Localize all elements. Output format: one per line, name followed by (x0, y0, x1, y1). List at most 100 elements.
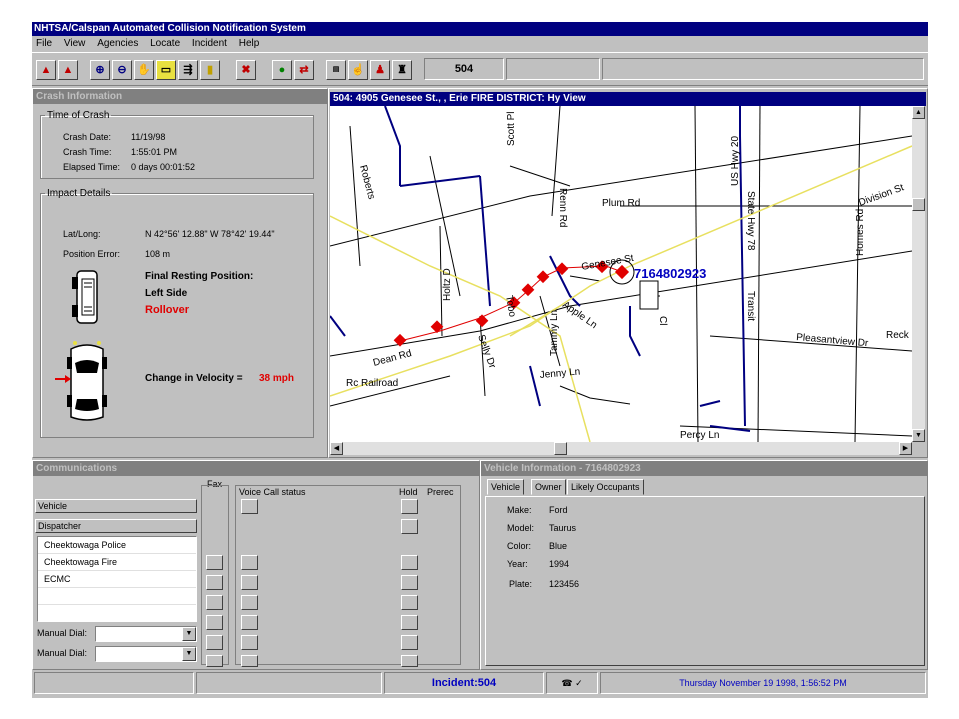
manual-dial-input-1[interactable]: ▼ (95, 626, 197, 642)
window-title: NHTSA/Calspan Automated Collision Notifi… (32, 22, 928, 36)
route-icon[interactable]: ⇄ (294, 60, 314, 80)
menu-agencies[interactable]: Agencies (97, 38, 138, 49)
hold-button[interactable] (401, 519, 418, 534)
menu-file[interactable]: File (36, 38, 52, 49)
agency-icon[interactable]: ♜ (392, 60, 412, 80)
manual-dial-label: Manual Dial: (37, 628, 88, 638)
scroll-up-icon[interactable]: ▲ (912, 106, 925, 119)
pan-hand-icon[interactable]: ✋ (134, 60, 154, 80)
vehicle-info-header: Vehicle Information - 7164802923 (481, 461, 927, 476)
label-icon[interactable]: ▮ (200, 60, 220, 80)
hold-button[interactable] (401, 615, 418, 630)
voice-call-button[interactable] (241, 655, 258, 667)
clear-icon[interactable]: ✖ (236, 60, 256, 80)
ruler-icon[interactable]: ▭ (156, 60, 176, 80)
latlong-label: Lat/Long: (63, 229, 101, 239)
vscroll-thumb[interactable] (912, 198, 925, 211)
fax-button[interactable] (206, 575, 223, 590)
zoom-out-icon[interactable]: ⊖ (112, 60, 132, 80)
layer-icon[interactable]: ⇶ (178, 60, 198, 80)
hold-button[interactable] (401, 635, 418, 650)
scroll-left-icon[interactable]: ◀ (330, 442, 343, 455)
voice-call-button[interactable] (241, 635, 258, 650)
dispatcher-line[interactable]: Dispatcher (35, 519, 197, 533)
vehicle-tabs: Vehicle Owner Likely Occupants (485, 479, 925, 497)
map-phone-label: 7164802923 (634, 266, 706, 281)
select-area-icon[interactable]: ▲ (58, 60, 78, 80)
map-vscroll[interactable]: ▲ ▼ (912, 106, 925, 442)
dropdown-arrow-icon[interactable]: ▼ (182, 627, 196, 641)
vehicle-info-panel: Vehicle Information - 7164802923 Vehicle… (480, 460, 928, 670)
velocity-label: Change in Velocity = (145, 373, 243, 384)
voice-call-button[interactable] (241, 575, 258, 590)
person-icon[interactable]: ♟ (370, 60, 390, 80)
model-value: Taurus (549, 523, 577, 533)
menu-view[interactable]: View (64, 38, 86, 49)
street-label: Tammy Ln (549, 310, 560, 356)
tab-vehicle[interactable]: Vehicle (487, 479, 525, 495)
hold-button[interactable] (401, 575, 418, 590)
menu-incident[interactable]: Incident (192, 38, 227, 49)
make-value: Ford (549, 505, 568, 515)
globe-icon[interactable]: ● (272, 60, 292, 80)
voice-call-button[interactable] (241, 615, 258, 630)
scroll-right-icon[interactable]: ▶ (899, 442, 912, 455)
incident-number-field[interactable]: 504 (424, 58, 504, 80)
street-label: State Hwy 78 (745, 191, 756, 251)
menu-locate[interactable]: Locate (150, 38, 180, 49)
menu-help[interactable]: Help (239, 38, 260, 49)
list-item[interactable] (38, 588, 196, 605)
time-legend: Time of Crash (47, 110, 110, 121)
fax-button[interactable] (206, 595, 223, 610)
scroll-down-icon[interactable]: ▼ (912, 429, 925, 442)
map-canvas[interactable]: 7164802923 Scott Pl US Hwy 20 Plum Rd Di… (330, 106, 912, 442)
incident-status: Incident:504 (384, 672, 544, 694)
voice-call-button[interactable] (241, 499, 258, 514)
fax-button[interactable] (206, 615, 223, 630)
vehicle-line[interactable]: Vehicle (35, 499, 197, 513)
rollover-label: Rollover (145, 304, 190, 316)
dropdown-arrow-icon[interactable]: ▼ (182, 647, 196, 661)
manual-dial-input-2[interactable]: ▼ (95, 646, 197, 662)
tab-likely-occupants[interactable]: Likely Occupants (567, 479, 644, 495)
hold-button[interactable] (401, 655, 418, 667)
list-item[interactable]: Cheektowaga Fire (38, 554, 196, 571)
manual-dial-label: Manual Dial: (37, 648, 88, 658)
fax-button[interactable] (206, 655, 223, 667)
voice-call-button[interactable] (241, 555, 258, 570)
list-item[interactable]: ECMC (38, 571, 196, 588)
street-label: Plum Rd (602, 198, 640, 209)
list-item[interactable]: Cheektowaga Police (38, 537, 196, 554)
elapsed-time-label: Elapsed Time: (63, 162, 121, 172)
fax-button[interactable] (206, 635, 223, 650)
crash-time-value: 1:55:01 PM (131, 147, 178, 157)
street-label: Holtz D (442, 268, 453, 301)
agency-list[interactable]: Cheektowaga Police Cheektowaga Fire ECMC (37, 536, 197, 622)
status-field (506, 58, 600, 80)
hold-button[interactable] (401, 499, 418, 514)
car-top-icon (55, 341, 107, 421)
color-value: Blue (549, 541, 568, 551)
toolbar: ▲ ▲ ⊕ ⊖ ✋ ▭ ⇶ ▮ ✖ ● ⇄ ▤ ☝ ♟ ♜ 504 (32, 52, 928, 86)
tab-owner[interactable]: Owner (531, 479, 566, 495)
hold-button[interactable] (401, 595, 418, 610)
map-header: 504: 4905 Genesee St., , Erie FIRE DISTR… (330, 92, 926, 106)
voice-call-button[interactable] (241, 595, 258, 610)
crash-date-label: Crash Date: (63, 132, 112, 142)
map-overview-icon[interactable]: ▤ (326, 60, 346, 80)
hold-button[interactable] (401, 555, 418, 570)
position-error-value: 108 m (145, 249, 171, 259)
fax-button[interactable] (206, 555, 223, 570)
year-label: Year: (507, 559, 528, 569)
menu-bar: File View Agencies Locate Incident Help (32, 36, 928, 52)
year-value: 1994 (549, 559, 570, 569)
map-hscroll[interactable]: ◀ ▶ (330, 442, 912, 455)
crash-date-value: 11/19/98 (131, 132, 166, 142)
hscroll-thumb[interactable] (554, 442, 567, 455)
hand-icon[interactable]: ☝ (348, 60, 368, 80)
street-label: US Hwy 20 (730, 136, 741, 186)
voice-column (235, 485, 461, 665)
select-arrow-icon[interactable]: ▲ (36, 60, 56, 80)
resting-position-title: Final Resting Position: (145, 271, 254, 282)
zoom-in-icon[interactable]: ⊕ (90, 60, 110, 80)
